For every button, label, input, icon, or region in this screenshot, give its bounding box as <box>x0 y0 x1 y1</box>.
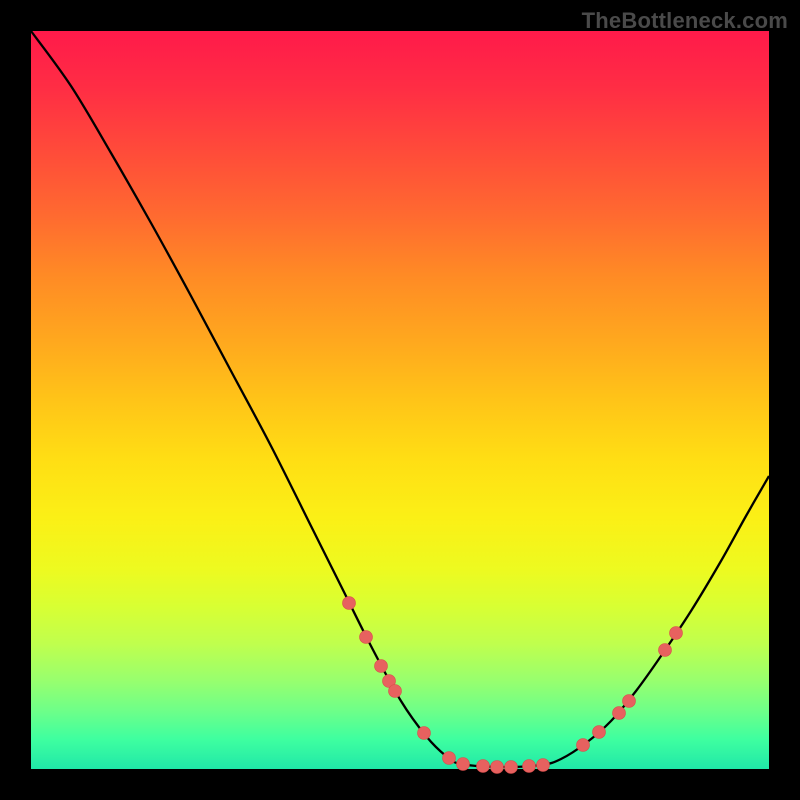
sample-dot <box>670 627 683 640</box>
sample-dots-group <box>343 597 683 774</box>
sample-dot <box>623 695 636 708</box>
watermark-text: TheBottleneck.com <box>582 8 788 34</box>
sample-dot <box>477 760 490 773</box>
sample-dot <box>613 707 626 720</box>
plot-area <box>31 31 769 769</box>
sample-dot <box>523 760 536 773</box>
sample-dot <box>537 759 550 772</box>
chart-container: TheBottleneck.com <box>0 0 800 800</box>
sample-dot <box>443 752 456 765</box>
sample-dot <box>491 761 504 774</box>
sample-dot <box>360 631 373 644</box>
curve-svg <box>31 31 769 769</box>
bottleneck-curve <box>31 31 769 767</box>
sample-dot <box>389 685 402 698</box>
sample-dot <box>593 726 606 739</box>
sample-dot <box>577 739 590 752</box>
sample-dot <box>375 660 388 673</box>
sample-dot <box>343 597 356 610</box>
sample-dot <box>457 758 470 771</box>
sample-dot <box>505 761 518 774</box>
sample-dot <box>418 727 431 740</box>
sample-dot <box>659 644 672 657</box>
